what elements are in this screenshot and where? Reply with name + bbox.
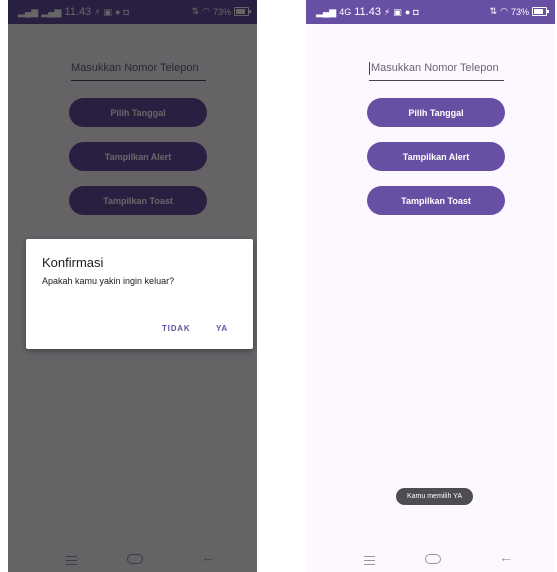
message-icon: ◘ <box>413 7 419 17</box>
dialog-no-button[interactable]: TIDAK <box>162 324 190 333</box>
phone-screen-dialog: ▂▄▆ ▂▄▆ 11.43 ⚡ ▣ ● ◘ ⇅ ◠ 73% Masukkan N… <box>8 0 257 572</box>
menu-icon[interactable] <box>364 556 375 568</box>
chat-icon: ● <box>404 7 411 17</box>
status-bar: ▂▄▆ 4G 11.43 ⚡ ▣ ● ◘ ⇅ ◠ 73% <box>306 0 555 24</box>
dialog-title: Konfirmasi <box>42 255 104 270</box>
network-icon: ⇅ <box>489 6 498 16</box>
text-cursor <box>369 61 370 75</box>
toast-message: Kamu memilih YA <box>396 488 473 505</box>
dialog-yes-button[interactable]: YA <box>216 324 228 333</box>
network-type: 4G <box>339 7 352 17</box>
gallery-icon: ▣ <box>393 6 402 17</box>
show-alert-button[interactable]: Tampilkan Alert <box>367 142 505 171</box>
status-time: 11.43 <box>354 6 381 18</box>
dialog-message: Apakah kamu yakin ingin keluar? <box>42 276 175 286</box>
confirm-dialog: Konfirmasi Apakah kamu yakin ingin kelua… <box>26 239 253 349</box>
signal-icon: ▂▄▆ <box>316 6 337 17</box>
home-icon[interactable] <box>425 554 441 564</box>
navigation-bar: ← <box>306 546 555 572</box>
bolt-icon: ⚡ <box>383 6 391 17</box>
show-toast-button[interactable]: Tampilkan Toast <box>367 186 505 215</box>
back-icon[interactable]: ← <box>499 550 513 564</box>
battery-percent: 73% <box>510 6 529 17</box>
phone-number-placeholder: Masukkan Nomor Telepon <box>371 62 499 74</box>
pick-date-button[interactable]: Pilih Tanggal <box>367 98 505 127</box>
wifi-icon: ◠ <box>500 6 508 16</box>
phone-screen-toast: ▂▄▆ 4G 11.43 ⚡ ▣ ● ◘ ⇅ ◠ 73% Masukkan No… <box>306 0 555 572</box>
battery-icon <box>532 7 549 16</box>
phone-number-input[interactable]: Masukkan Nomor Telepon <box>369 56 504 81</box>
